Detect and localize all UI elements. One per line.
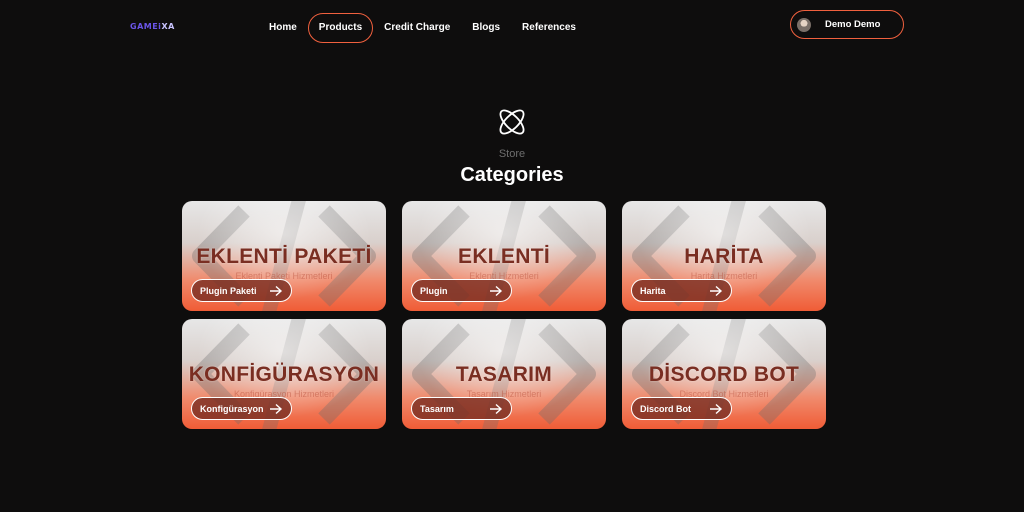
- category-button-label: Tasarım: [420, 403, 454, 414]
- nav-item-credit-charge[interactable]: Credit Charge: [373, 13, 461, 43]
- category-button[interactable]: Discord Bot: [631, 397, 732, 420]
- card-title: TASARIM: [455, 363, 553, 386]
- arrow-right-icon: [270, 285, 283, 297]
- category-card-discord-bot[interactable]: DİSCORD BOT Discord Bot Hizmetleri Disco…: [622, 319, 826, 429]
- category-card-tasarim[interactable]: TASARIM Tasarım Hizmetleri Tasarım: [402, 319, 606, 429]
- category-button-label: Plugin Paketi: [200, 285, 257, 296]
- category-button[interactable]: Plugin: [411, 279, 512, 302]
- section-title: Categories: [460, 164, 564, 186]
- nav-item-products[interactable]: Products: [307, 13, 374, 43]
- user-account-button[interactable]: Demo Demo: [790, 10, 904, 39]
- category-button[interactable]: Konfigürasyon: [191, 397, 292, 420]
- atom-icon: [499, 109, 525, 135]
- arrow-right-icon: [490, 403, 503, 415]
- category-button[interactable]: Plugin Paketi: [191, 279, 292, 302]
- avatar: [797, 17, 811, 32]
- arrow-right-icon: [490, 285, 503, 297]
- nav-item-blogs[interactable]: Blogs: [461, 13, 511, 43]
- category-button[interactable]: Tasarım: [411, 397, 512, 420]
- category-grid: EKLENTİ PAKETİ Eklenti Paketi Hizmetleri…: [182, 201, 826, 429]
- brand-logo[interactable]: GAMEiXA: [130, 22, 175, 31]
- arrow-right-icon: [270, 403, 283, 415]
- category-button[interactable]: Harita: [631, 279, 732, 302]
- card-title: DİSCORD BOT: [648, 363, 800, 386]
- section-subtitle: Store: [498, 148, 526, 160]
- category-button-label: Plugin: [420, 285, 448, 296]
- top-navbar: GAMEiXA Home Products Credit Charge Blog…: [0, 0, 1024, 56]
- arrow-right-icon: [710, 285, 723, 297]
- card-title: EKLENTİ: [458, 245, 550, 268]
- category-card-eklenti[interactable]: EKLENTİ Eklenti Hizmetleri Plugin: [402, 201, 606, 311]
- nav-item-references[interactable]: References: [511, 13, 587, 43]
- card-title: EKLENTİ PAKETİ: [196, 245, 372, 268]
- category-card-harita[interactable]: HARİTA Harita Hizmetleri Harita: [622, 201, 826, 311]
- user-name: Demo Demo: [825, 19, 881, 30]
- category-card-konfigurasyon[interactable]: KONFİGÜRASYON Konfigürasyon Hizmetleri K…: [182, 319, 386, 429]
- nav-item-home[interactable]: Home: [258, 13, 308, 43]
- category-button-label: Discord Bot: [640, 403, 692, 414]
- main-menu: Home Products Credit Charge Blogs Refere…: [258, 13, 587, 43]
- card-title: KONFİGÜRASYON: [188, 363, 380, 386]
- arrow-right-icon: [710, 403, 723, 415]
- category-button-label: Konfigürasyon: [200, 403, 264, 414]
- category-button-label: Harita: [640, 285, 666, 296]
- card-title: HARİTA: [684, 245, 764, 268]
- category-card-eklenti-paketi[interactable]: EKLENTİ PAKETİ Eklenti Paketi Hizmetleri…: [182, 201, 386, 311]
